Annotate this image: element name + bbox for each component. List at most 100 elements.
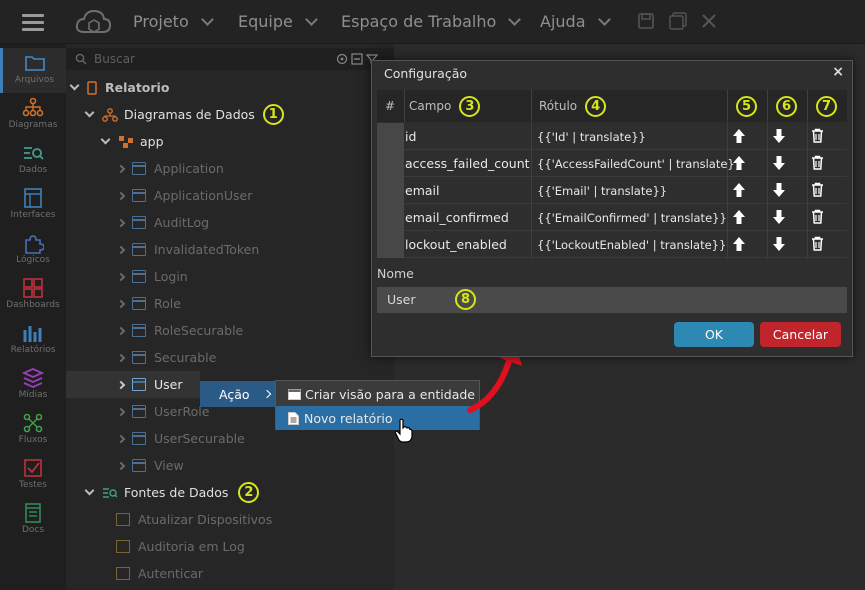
move-down-arrow-icon[interactable] xyxy=(772,182,786,202)
rail-item-lógicos[interactable]: Lógicos xyxy=(0,228,66,273)
tree-entity[interactable]: InvalidatedToken xyxy=(116,236,259,263)
rail-item-label: Testes xyxy=(19,480,47,490)
trash-icon[interactable] xyxy=(811,155,824,174)
tree-entity-label: RoleSecurable xyxy=(154,323,244,338)
rail-item-dados[interactable]: Dados xyxy=(0,138,66,183)
row-handle[interactable] xyxy=(377,231,404,258)
schema-icon xyxy=(119,135,133,148)
row-handle[interactable] xyxy=(377,204,404,231)
row-label[interactable]: {{'Email' | translate}} xyxy=(537,184,667,198)
rail-item-dashboards[interactable]: Dashboards xyxy=(0,273,66,318)
tree-entity[interactable]: User xyxy=(66,371,200,398)
col-rotulo[interactable]: Rótulo 4 xyxy=(539,90,607,122)
tree-datasource-item[interactable]: Auditoria em Log xyxy=(116,533,245,560)
tree-entity-label: UserSecurable xyxy=(154,431,245,446)
menu-item-create-view[interactable]: Criar visão para a entidade xyxy=(276,382,479,406)
rail-item-arquivos[interactable]: Arquivos xyxy=(0,48,66,93)
table-row[interactable]: lockout_enabled {{'LockoutEnabled' | tran… xyxy=(377,231,847,258)
move-down-arrow-icon[interactable] xyxy=(772,128,786,148)
move-down-arrow-icon[interactable] xyxy=(772,209,786,229)
tree-entity[interactable]: Login xyxy=(116,263,188,290)
move-down-arrow-icon[interactable] xyxy=(772,236,786,256)
row-label[interactable]: {{'Id' | translate}} xyxy=(537,130,646,144)
tree-entity[interactable]: AuditLog xyxy=(116,209,210,236)
chevron-right-icon xyxy=(116,164,126,173)
locate-icon[interactable] xyxy=(336,53,348,65)
trash-icon[interactable] xyxy=(811,209,824,228)
dialog-close-icon[interactable]: × xyxy=(832,64,844,80)
menu-espaco-de-trabalho[interactable]: Espaço de Trabalho xyxy=(341,12,522,31)
row-handle[interactable] xyxy=(377,150,404,177)
rail-item-testes[interactable]: Testes xyxy=(0,453,66,498)
move-up-arrow-icon[interactable] xyxy=(732,182,746,202)
table-row[interactable]: id {{'Id' | translate}} xyxy=(377,123,847,150)
trash-icon[interactable] xyxy=(811,182,824,201)
row-handle[interactable] xyxy=(377,123,404,150)
chevron-down-icon xyxy=(508,12,522,26)
rail-item-interfaces[interactable]: Interfaces xyxy=(0,183,66,228)
tree-datasource-item[interactable]: Atualizar Dispositivos xyxy=(116,506,272,533)
tree-root-relatorio[interactable]: Relatorio xyxy=(69,74,170,101)
table-row[interactable]: email {{'Email' | translate}} xyxy=(377,177,847,204)
close-icon[interactable] xyxy=(700,12,718,30)
row-label[interactable]: {{'EmailConfirmed' | translate}} xyxy=(537,211,727,225)
trash-icon[interactable] xyxy=(811,236,824,255)
tree-app[interactable]: app xyxy=(100,128,164,155)
tree-entity[interactable]: Application xyxy=(116,155,224,182)
collapse-all-icon[interactable] xyxy=(351,53,363,65)
rail-item-docs[interactable]: Docs xyxy=(0,498,66,543)
tree-datasource-item[interactable]: Autenticar xyxy=(116,560,203,587)
tree-entity[interactable]: Securable xyxy=(116,344,216,371)
rail-item-relatórios[interactable]: Relatórios xyxy=(0,318,66,363)
rail-item-mídias[interactable]: Mídias xyxy=(0,363,66,408)
move-up-arrow-icon[interactable] xyxy=(732,128,746,148)
rail-item-label: Interfaces xyxy=(10,210,56,220)
callout-badge-2: 2 xyxy=(238,482,260,503)
tree-entity[interactable]: ApplicationUser xyxy=(116,182,253,209)
tree-entity-label: ApplicationUser xyxy=(154,188,253,203)
col-move-up: 5 xyxy=(736,90,757,122)
menu-ajuda[interactable]: Ajuda xyxy=(540,12,611,31)
trash-icon[interactable] xyxy=(811,128,824,147)
table-row[interactable]: email_confirmed {{'EmailConfirmed' | tran… xyxy=(377,204,847,231)
row-label[interactable]: {{'LockoutEnabled' | translate}} xyxy=(537,238,726,252)
tree-root-label: Relatorio xyxy=(105,80,170,95)
dialog-title: Configuração xyxy=(384,66,468,81)
menu-projeto[interactable]: Projeto xyxy=(133,12,214,31)
cancel-button[interactable]: Cancelar xyxy=(760,322,841,347)
tree-datasources[interactable]: Fontes de Dados 2 xyxy=(84,479,260,506)
tree-entity[interactable]: RoleSecurable xyxy=(116,317,244,344)
menu-item-new-report[interactable]: Novo relatório xyxy=(276,406,479,430)
save-icon[interactable] xyxy=(637,12,655,30)
tree-entity[interactable]: View xyxy=(116,452,184,479)
tree-entity[interactable]: UserRole xyxy=(116,398,209,425)
save-all-icon[interactable] xyxy=(669,12,687,30)
name-field[interactable]: User 8 xyxy=(377,287,847,313)
tree-entity[interactable]: UserSecurable xyxy=(116,425,245,452)
tree-entity[interactable]: Role xyxy=(116,290,181,317)
menu-projeto-label: Projeto xyxy=(133,12,189,31)
hamburger-menu-icon[interactable] xyxy=(22,14,44,31)
tree-entity-label: AuditLog xyxy=(154,215,210,230)
search-input[interactable]: Buscar xyxy=(66,48,394,70)
col-campo[interactable]: Campo 3 xyxy=(409,90,481,122)
table-row[interactable]: access_failed_count {{'AccessFailedCount'… xyxy=(377,150,847,177)
chevron-down-icon xyxy=(69,80,80,91)
context-menu-acao[interactable]: Ação xyxy=(200,381,275,407)
move-up-arrow-icon[interactable] xyxy=(732,155,746,175)
move-down-arrow-icon[interactable] xyxy=(772,155,786,175)
interface-icon xyxy=(24,188,42,208)
entity-table-icon xyxy=(132,189,146,202)
row-handle[interactable] xyxy=(377,177,404,204)
context-menu-acao-label: Ação xyxy=(219,386,250,402)
rail-item-fluxos[interactable]: Fluxos xyxy=(0,408,66,453)
menu-equipe[interactable]: Equipe xyxy=(238,12,318,31)
tree-diagrams[interactable]: Diagramas de Dados 1 xyxy=(84,101,284,128)
move-up-arrow-icon[interactable] xyxy=(732,209,746,229)
rail-item-label: Relatórios xyxy=(10,345,56,355)
ok-button[interactable]: OK xyxy=(674,322,754,347)
move-up-arrow-icon[interactable] xyxy=(732,236,746,256)
puzzle-icon xyxy=(25,235,44,254)
rail-item-diagramas[interactable]: Diagramas xyxy=(0,93,66,138)
row-label[interactable]: {{'AccessFailedCount' | translate}} xyxy=(537,157,742,171)
